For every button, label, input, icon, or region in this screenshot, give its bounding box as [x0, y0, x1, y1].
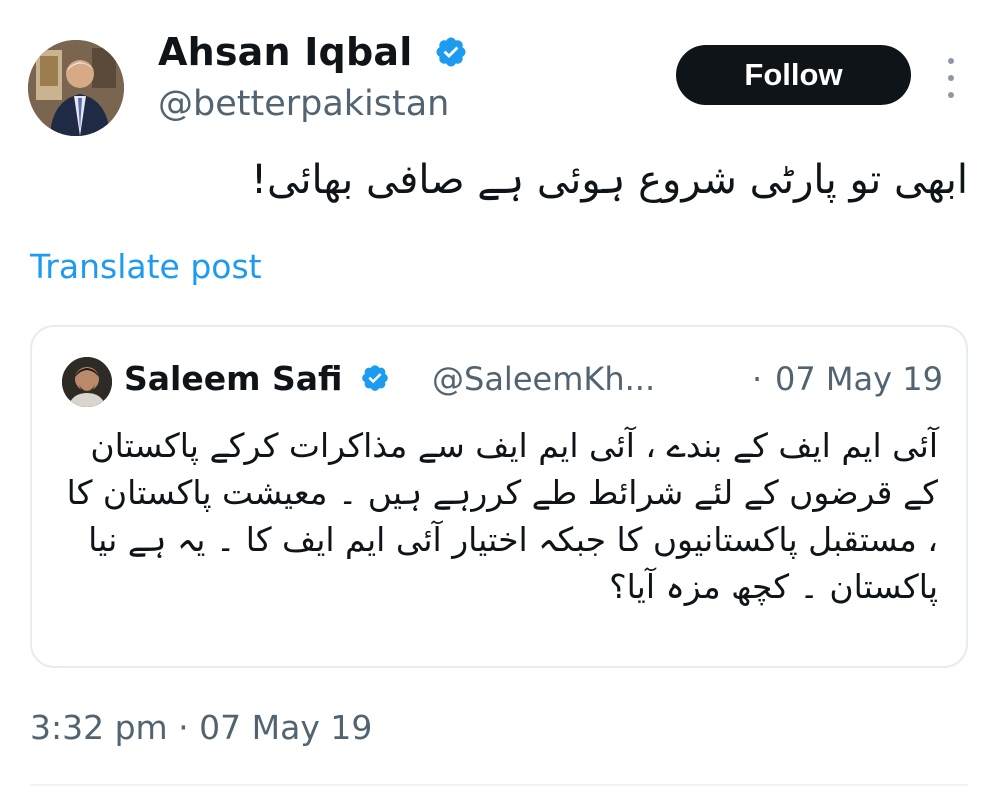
quote-date: 07 May 19	[775, 360, 943, 398]
author-handle[interactable]: @betterpakistan	[158, 84, 449, 124]
quote-author-name-text: Saleem Safi	[124, 359, 343, 398]
quote-verified-badge-icon	[362, 365, 388, 391]
quoted-tweet-card[interactable]: Saleem Safi @SaleemKh... · 07 May 19 آئی…	[30, 325, 968, 668]
author-name-text: Ahsan Iqbal	[158, 30, 413, 74]
quote-text: آئی ایم ایف کے بندے ، آئی ایم ایف سے مذا…	[66, 426, 938, 606]
translate-post-link[interactable]: Translate post	[30, 247, 262, 286]
post-timestamp[interactable]: 3:32 pm · 07 May 19	[30, 708, 372, 747]
tweet: Ahsan Iqbal @betterpakistan Follow ابھی …	[0, 0, 998, 796]
follow-button[interactable]: Follow	[676, 45, 911, 105]
more-dot	[948, 58, 954, 64]
author-display-name[interactable]: Ahsan Iqbal	[158, 30, 468, 74]
more-dot	[948, 92, 954, 98]
verified-badge-icon	[436, 36, 466, 67]
quote-separator: ·	[752, 360, 763, 398]
divider	[30, 784, 968, 786]
quote-author-handle: @SaleemKh...	[432, 360, 656, 398]
more-vertical-icon[interactable]	[936, 58, 966, 98]
quote-avatar-image	[62, 357, 112, 407]
post-text: ابھی تو پارٹی شروع ہوئی ہے صافی بھائی!	[250, 157, 968, 203]
author-avatar[interactable]	[28, 40, 124, 136]
quote-author-name: Saleem Safi	[124, 359, 390, 398]
quote-author-avatar[interactable]	[62, 357, 112, 407]
more-dot	[948, 75, 954, 81]
author-avatar-image	[28, 40, 124, 136]
